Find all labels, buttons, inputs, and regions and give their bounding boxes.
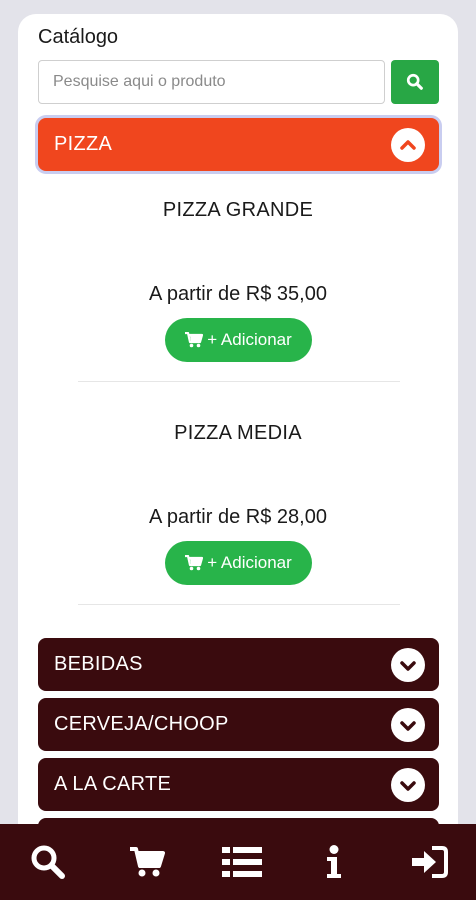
cart-icon (185, 555, 204, 571)
catalog-card: Catálogo PIZZA PIZZA GRANDE A partir de … (18, 14, 458, 874)
divider (78, 604, 400, 605)
chevron-down-icon (391, 767, 425, 802)
chevron-down-icon (391, 707, 425, 742)
category-label: PIZZA (54, 133, 113, 155)
nav-list-button[interactable] (222, 842, 262, 882)
category-pizza[interactable]: PIZZA (38, 118, 439, 171)
chevron-up-icon (391, 127, 425, 162)
nav-info-button[interactable] (314, 842, 354, 882)
search-icon (31, 845, 65, 879)
list-icon (222, 847, 262, 877)
add-to-cart-button[interactable]: + Adicionar (165, 541, 312, 585)
add-button-label: + Adicionar (207, 553, 292, 572)
add-to-cart-button[interactable]: + Adicionar (165, 318, 312, 362)
nav-search-button[interactable] (28, 842, 68, 882)
category-bebidas[interactable]: BEBIDAS (38, 638, 439, 691)
search-button[interactable] (391, 60, 439, 104)
category-label: BEBIDAS (54, 653, 143, 675)
category-a-la-carte[interactable]: A LA CARTE (38, 758, 439, 811)
search-row (38, 60, 440, 104)
category-label: A LA CARTE (54, 773, 172, 795)
product-name: PIZZA MEDIA (174, 422, 302, 444)
sign-in-icon (412, 846, 448, 878)
product-price: A partir de R$ 28,00 (149, 506, 327, 528)
nav-cart-button[interactable] (127, 842, 167, 882)
product-name: PIZZA GRANDE (162, 199, 314, 221)
product-price: A partir de R$ 35,00 (149, 283, 327, 305)
info-icon (327, 845, 341, 878)
divider (78, 381, 400, 382)
nav-sign-in-button[interactable] (410, 842, 450, 882)
chevron-down-icon (391, 647, 425, 682)
cart-icon (185, 332, 204, 348)
page-title: Catálogo (38, 26, 119, 48)
search-icon (406, 73, 423, 90)
category-label: CERVEJA/CHOOP (54, 713, 229, 735)
search-input[interactable] (38, 60, 385, 104)
category-cerveja-choop[interactable]: CERVEJA/CHOOP (38, 698, 439, 751)
add-button-label: + Adicionar (207, 330, 292, 349)
cart-icon (130, 847, 165, 877)
bottom-nav-bar (0, 824, 476, 900)
